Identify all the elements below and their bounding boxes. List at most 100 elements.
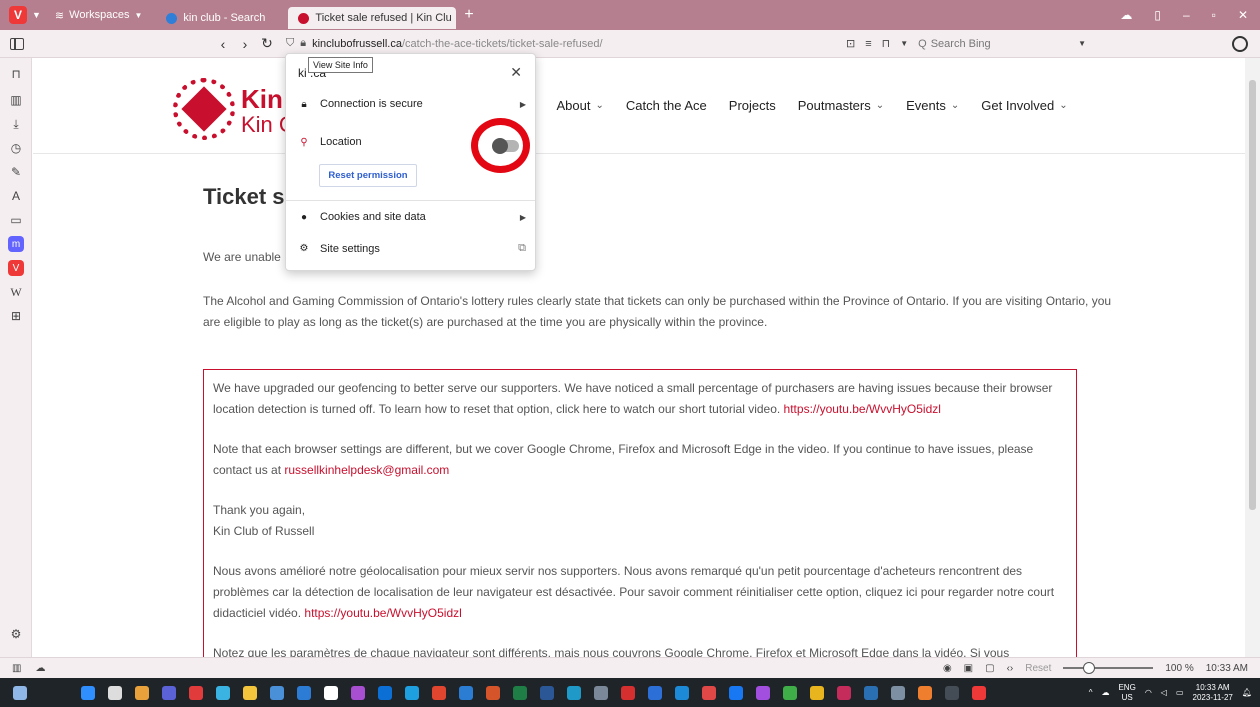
reading-list-icon[interactable]: ▥ [8,92,24,108]
tiling-icon[interactable]: ▯ [1154,8,1161,22]
nav-poutmasters[interactable]: Poutmasters ⌄ [798,98,884,113]
tutorial-video-link[interactable]: https://youtu.be/WvvHyO5idzl [784,402,941,416]
reload-button[interactable]: ↻ [256,35,278,52]
acrobat-icon[interactable] [702,685,716,700]
edge-icon[interactable] [216,685,230,700]
app-icon[interactable] [783,685,797,700]
downloads-icon[interactable]: ⤓ [8,116,24,132]
cloud-sync-icon[interactable]: ☁ [35,663,45,674]
cloud-icon[interactable]: ☁ [1120,8,1132,22]
tab-kin-club-search[interactable]: kin club - Search [156,7,288,29]
minimize-button[interactable]: – [1183,8,1190,22]
panel-toggle-icon[interactable] [10,37,24,50]
zoom-slider[interactable] [1063,662,1154,674]
search-engine-chevron-icon[interactable]: ▼ [1078,39,1086,48]
tiling-icon[interactable]: ▢ [985,663,994,674]
url-field[interactable]: ⛉ 🔒︎ kinclubofrussell.ca/catch-the-ace-t… [286,37,846,50]
word-icon[interactable] [540,685,554,700]
shield-icon[interactable]: ⛉ [286,37,294,50]
app-icon[interactable] [675,685,689,700]
page-scrollbar[interactable] [1245,58,1260,657]
app-icon[interactable] [891,685,905,700]
code-icon[interactable]: ‹› [1007,663,1014,674]
connection-secure-row[interactable]: 🔒︎ Connection is secure ▶ [298,98,526,110]
office-icon[interactable] [432,685,446,700]
new-tab-button[interactable]: + [464,6,473,24]
vivaldi-social-icon[interactable]: V [8,260,24,276]
app-icon[interactable] [648,685,662,700]
app-icon[interactable] [837,685,851,700]
onedrive-icon[interactable]: ☁ [1101,688,1109,697]
menu-caret-icon[interactable]: ▼ [32,10,41,20]
logo-text-kin[interactable]: Kin [241,84,283,115]
image-toggle-icon[interactable]: ▣ [964,663,973,674]
panel-toggle-icon[interactable]: ▥ [12,663,21,674]
bookmarks-panel-icon[interactable]: ⊓ [8,66,24,82]
reset-permission-button[interactable]: Reset permission [319,164,417,187]
desktop-weather-icon[interactable] [13,685,27,700]
vivaldi-menu-icon[interactable]: V [9,6,27,24]
teams-icon[interactable] [162,685,176,700]
search-icon[interactable] [108,685,122,700]
tray-chevron-icon[interactable]: ^ [1089,688,1093,697]
lock-icon[interactable]: 🔒︎ [300,37,306,50]
notes-icon[interactable]: ✎ [8,164,24,180]
window-panel-icon[interactable]: ▭ [8,212,24,228]
camera-icon[interactable]: ◉ [943,663,952,674]
messenger-icon[interactable] [756,685,770,700]
app-icon[interactable] [378,685,392,700]
app-icon[interactable] [621,685,635,700]
settings-gear-icon[interactable]: ⚙ [8,626,24,642]
app-icon[interactable] [918,685,932,700]
powerpoint-icon[interactable] [486,685,500,700]
outlook-icon[interactable] [459,685,473,700]
site-settings-row[interactable]: ⚙ Site settings ⧉ [298,242,526,255]
app-icon[interactable] [810,685,824,700]
nav-about[interactable]: About ⌄ [556,98,603,113]
zoom-reset-button[interactable]: Reset [1025,663,1051,674]
wikipedia-icon[interactable]: W [8,284,24,300]
mail-icon[interactable] [297,685,311,700]
wifi-icon[interactable]: ◠ [1145,688,1152,697]
tutorial-video-link-fr[interactable]: https://youtu.be/WvvHyO5idzl [304,606,461,620]
app-icon[interactable] [351,685,365,700]
back-button[interactable]: ‹ [212,36,234,52]
search-input[interactable]: Q Search Bing [918,38,1068,50]
windows-start-icon[interactable] [81,685,95,700]
reader-view-icon[interactable]: ≡ [865,38,871,50]
forward-button[interactable]: › [234,36,256,52]
battery-icon[interactable]: ▭ [1176,688,1184,697]
facebook-icon[interactable] [729,685,743,700]
add-web-panel-icon[interactable]: ⊞ [8,308,24,324]
nav-projects[interactable]: Projects [729,98,776,113]
bookmark-icon[interactable]: ⊓ [882,37,891,50]
scrollbar-thumb[interactable] [1249,80,1256,510]
maximize-button[interactable]: ▫ [1212,8,1216,22]
kin-canada-logo-icon[interactable] [173,78,235,140]
file-explorer-icon[interactable] [243,685,257,700]
volume-icon[interactable]: ◁ [1161,688,1167,697]
system-clock[interactable]: 10:33 AM 2023-11-27 [1193,683,1233,703]
nav-get-involved[interactable]: Get Involved ⌄ [981,98,1067,113]
translate-icon[interactable]: A [8,188,24,204]
app-icon[interactable] [567,685,581,700]
chevron-down-icon[interactable]: ▼ [900,39,908,48]
popup-close-button[interactable]: ✕ [510,64,522,81]
app-icon[interactable] [945,685,959,700]
workspaces-button[interactable]: ≋ Workspaces ▼ [55,9,142,22]
chat-icon[interactable] [135,685,149,700]
excel-icon[interactable] [513,685,527,700]
language-indicator[interactable]: ENG US [1118,683,1135,703]
helpdesk-email-link[interactable]: russellkinhelpdesk@gmail.com [284,463,449,477]
notification-bell-icon[interactable]: 🔔︎ [1242,688,1252,697]
mastodon-icon[interactable]: m [8,236,24,252]
app-icon[interactable] [189,685,203,700]
rss-icon[interactable]: ⊡ [846,37,855,50]
app-icon[interactable] [405,685,419,700]
tab-ticket-sale-refused[interactable]: Ticket sale refused | Kin Clu [288,7,457,29]
cookies-row[interactable]: ● Cookies and site data ▶ [298,211,526,223]
profile-avatar-icon[interactable] [1232,35,1248,52]
app-icon[interactable] [864,685,878,700]
amazon-icon[interactable] [324,685,338,700]
history-icon[interactable]: ◷ [8,140,24,156]
